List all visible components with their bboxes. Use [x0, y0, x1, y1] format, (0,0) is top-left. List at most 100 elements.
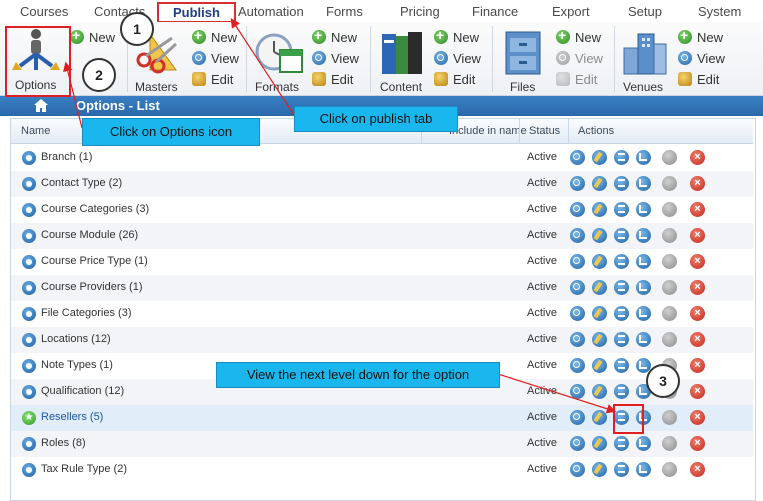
child-list-icon[interactable] [614, 228, 629, 243]
edit-icon[interactable] [592, 176, 607, 191]
column-header-status[interactable]: Status [529, 125, 560, 137]
puzzle-icon[interactable] [662, 410, 677, 425]
content-view-button[interactable]: View [434, 49, 481, 67]
table-row[interactable]: Locations (12) Active × [11, 327, 753, 353]
table-row[interactable]: Contact Type (2) Active × [11, 171, 753, 197]
view-icon[interactable] [570, 410, 585, 425]
child-list-icon[interactable] [614, 176, 629, 191]
table-row[interactable]: Course Module (26) Active × [11, 223, 753, 249]
column-header-name[interactable]: Name [21, 125, 50, 137]
child-list-icon[interactable] [614, 436, 629, 451]
options-new-button[interactable]: New [70, 27, 115, 46]
child-list-icon[interactable] [614, 462, 629, 477]
tab-courses[interactable]: Courses [20, 4, 68, 19]
delete-icon[interactable]: × [690, 358, 705, 373]
row-name[interactable]: Course Module (26) [41, 229, 138, 241]
delete-icon[interactable]: × [690, 150, 705, 165]
table-row[interactable]: File Categories (3) Active × [11, 301, 753, 327]
home-icon[interactable] [34, 99, 48, 112]
delete-icon[interactable]: × [690, 436, 705, 451]
content-button[interactable]: Content [376, 30, 430, 94]
table-row[interactable]: Tax Rule Type (2) Active × [11, 457, 753, 483]
delete-icon[interactable]: × [690, 384, 705, 399]
masters-view-button[interactable]: View [192, 49, 239, 67]
view-icon[interactable] [570, 384, 585, 399]
table-row[interactable]: Course Providers (1) Active × [11, 275, 753, 301]
table-row[interactable]: Course Price Type (1) Active × [11, 249, 753, 275]
row-name[interactable]: Roles (8) [41, 437, 86, 449]
child-list-icon[interactable] [614, 358, 629, 373]
tree-view-icon[interactable] [636, 332, 651, 347]
child-list-icon[interactable] [614, 150, 629, 165]
delete-icon[interactable]: × [690, 410, 705, 425]
tree-view-icon[interactable] [636, 280, 651, 295]
row-name[interactable]: File Categories (3) [41, 307, 131, 319]
row-name[interactable]: Branch (1) [41, 151, 92, 163]
tab-export[interactable]: Export [552, 4, 590, 19]
tree-view-icon[interactable] [636, 254, 651, 269]
tab-setup[interactable]: Setup [628, 4, 662, 19]
view-icon[interactable] [570, 462, 585, 477]
edit-icon[interactable] [592, 254, 607, 269]
child-list-icon[interactable] [614, 384, 629, 399]
content-edit-button[interactable]: Edit [434, 70, 475, 88]
row-name[interactable]: Locations (12) [41, 333, 111, 345]
masters-edit-button[interactable]: Edit [192, 70, 233, 88]
venues-button[interactable]: Venues [620, 30, 670, 94]
edit-icon[interactable] [592, 384, 607, 399]
row-name[interactable]: Resellers (5) [41, 411, 103, 423]
column-header-include[interactable]: Include in name [449, 125, 527, 137]
view-icon[interactable] [570, 176, 585, 191]
puzzle-icon[interactable] [662, 436, 677, 451]
child-list-icon[interactable] [614, 254, 629, 269]
puzzle-icon[interactable] [662, 254, 677, 269]
view-icon[interactable] [570, 150, 585, 165]
venues-edit-button[interactable]: Edit [678, 70, 719, 88]
puzzle-icon[interactable] [662, 150, 677, 165]
delete-icon[interactable]: × [690, 332, 705, 347]
formats-new-button[interactable]: New [312, 27, 357, 46]
delete-icon[interactable]: × [690, 228, 705, 243]
view-icon[interactable] [570, 228, 585, 243]
tab-automation[interactable]: Automation [238, 4, 304, 19]
puzzle-icon[interactable] [662, 462, 677, 477]
child-list-icon[interactable] [614, 280, 629, 295]
view-icon[interactable] [570, 280, 585, 295]
tree-view-icon[interactable] [636, 306, 651, 321]
edit-icon[interactable] [592, 358, 607, 373]
tree-view-icon[interactable] [636, 462, 651, 477]
edit-icon[interactable] [592, 228, 607, 243]
table-row[interactable]: Course Categories (3) Active × [11, 197, 753, 223]
formats-edit-button[interactable]: Edit [312, 70, 353, 88]
edit-icon[interactable] [592, 280, 607, 295]
row-name[interactable]: Course Providers (1) [41, 281, 142, 293]
tree-view-icon[interactable] [636, 202, 651, 217]
formats-view-button[interactable]: View [312, 49, 359, 67]
table-row[interactable]: Roles (8) Active × [11, 431, 753, 457]
view-icon[interactable] [570, 332, 585, 347]
row-name[interactable]: Tax Rule Type (2) [41, 463, 127, 475]
delete-icon[interactable]: × [690, 306, 705, 321]
masters-new-button[interactable]: New [192, 27, 237, 46]
row-name[interactable]: Course Price Type (1) [41, 255, 148, 267]
tab-publish[interactable]: Publish [157, 2, 236, 23]
table-row[interactable]: Branch (1) Active × [11, 145, 753, 171]
tab-forms[interactable]: Forms [326, 4, 363, 19]
puzzle-icon[interactable] [662, 306, 677, 321]
formats-button[interactable]: Formats [252, 30, 306, 94]
puzzle-icon[interactable] [662, 202, 677, 217]
row-name[interactable]: Note Types (1) [41, 359, 113, 371]
tree-view-icon[interactable] [636, 228, 651, 243]
venues-new-button[interactable]: New [678, 27, 723, 46]
puzzle-icon[interactable] [662, 332, 677, 347]
files-new-button[interactable]: New [556, 27, 601, 46]
child-list-icon[interactable] [614, 306, 629, 321]
view-icon[interactable] [570, 306, 585, 321]
view-icon[interactable] [570, 358, 585, 373]
edit-icon[interactable] [592, 462, 607, 477]
tree-view-icon[interactable] [636, 150, 651, 165]
tab-finance[interactable]: Finance [472, 4, 518, 19]
puzzle-icon[interactable] [662, 176, 677, 191]
puzzle-icon[interactable] [662, 280, 677, 295]
edit-icon[interactable] [592, 306, 607, 321]
